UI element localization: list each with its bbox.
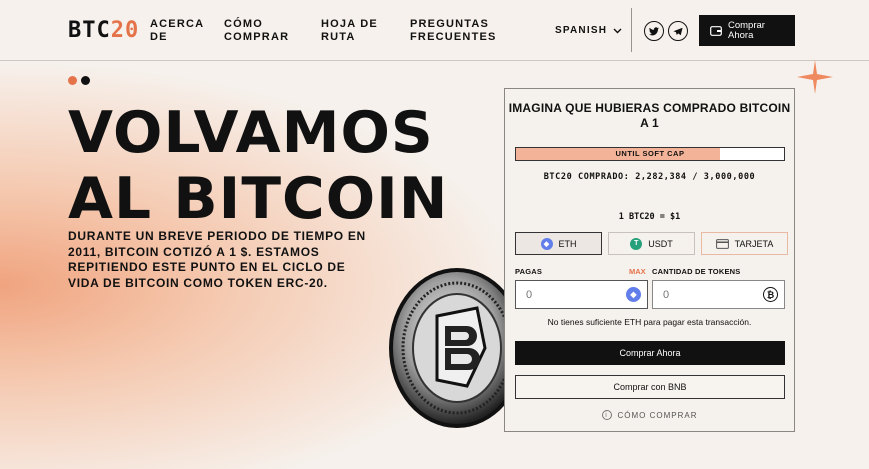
presale-widget: IMAGINA QUE HUBIERAS COMPRADO BITCOIN A … [504,88,795,432]
buy-now-header-label: Comprar Ahora [728,19,765,41]
dot-black [81,76,90,85]
receive-label: CANTIDAD DE TOKENS [652,267,741,276]
hero-title: VOLVAMOS AL BITCOIN [68,100,448,232]
coin-image [389,268,515,428]
telegram-icon[interactable] [668,21,688,41]
wallet-icon [710,25,722,36]
card-icon [715,238,729,249]
widget-title: IMAGINA QUE HUBIERAS COMPRADO BITCOIN A … [508,101,791,130]
buy-now-header-button[interactable]: Comprar Ahora [699,15,795,46]
receive-amount-field: ₿ [652,280,785,309]
bitcoin-icon: ₿ [763,287,778,302]
tab-eth-label: ETH [558,238,577,249]
hero-title-line1: VOLVAMOS [68,100,434,166]
language-label: SPANISH [555,25,608,36]
buy-with-bnb-button[interactable]: Comprar con BNB [515,375,785,399]
tab-tarjeta-label: TARJETA [734,238,774,249]
pay-amount-input[interactable] [526,288,616,301]
payment-tabs: ◆ ETH T USDT TARJETA [515,232,788,255]
max-button[interactable]: MAX [629,267,646,276]
header-divider [631,8,632,52]
progress-label: UNTIL SOFT CAP [615,149,685,158]
receive-amount-input[interactable] [663,288,753,301]
token-rate-text: 1 BTC20 = $1 [618,212,681,222]
dot-orange [68,76,77,85]
pay-label: PAGAS [515,267,543,276]
eth-icon: ◆ [626,287,641,302]
nav-acerca-de[interactable]: ACERCA DE [150,18,204,44]
nav-preguntas-frecuentes[interactable]: PREGUNTAS FRECUENTES [410,18,495,44]
sparkle-star-icon [797,60,833,94]
insufficient-funds-warning: No tienes suficiente ETH para pagar esta… [547,317,752,327]
logo[interactable]: BTC20 [68,18,139,43]
hero-title-line2: AL BITCOIN [68,166,449,232]
nav-hoja-de-ruta[interactable]: HOJA DE RUTA [321,18,381,44]
tab-tarjeta[interactable]: TARJETA [701,232,788,255]
usdt-icon: T [630,237,643,250]
chevron-down-icon [613,28,622,33]
hero-subtitle: DURANTE UN BREVE PERIODO DE TIEMPO EN 20… [68,229,366,290]
site-header: BTC20 ACERCA DE CÓMO COMPRAR HOJA DE RUT… [0,0,869,61]
eth-icon: ◆ [540,237,553,250]
nav-como-comprar[interactable]: CÓMO COMPRAR [224,18,292,44]
tab-eth[interactable]: ◆ ETH [515,232,602,255]
tab-usdt-label: USDT [648,238,673,249]
how-to-buy-label: CÓMO COMPRAR [617,410,698,420]
language-selector[interactable]: SPANISH [555,25,622,36]
info-icon: i [601,410,612,420]
decorative-dots [68,76,90,85]
buy-now-button[interactable]: Comprar Ahora [515,341,785,365]
tab-usdt[interactable]: T USDT [608,232,695,255]
tokens-sold-text: BTC20 COMPRADO: 2,282,384 / 3,000,000 [543,172,756,182]
soft-cap-progress-bar: UNTIL SOFT CAP [515,147,785,161]
twitter-icon[interactable] [644,21,664,41]
how-to-buy-link[interactable]: i CÓMO COMPRAR [505,410,794,420]
pay-amount-field: ◆ [515,280,648,309]
